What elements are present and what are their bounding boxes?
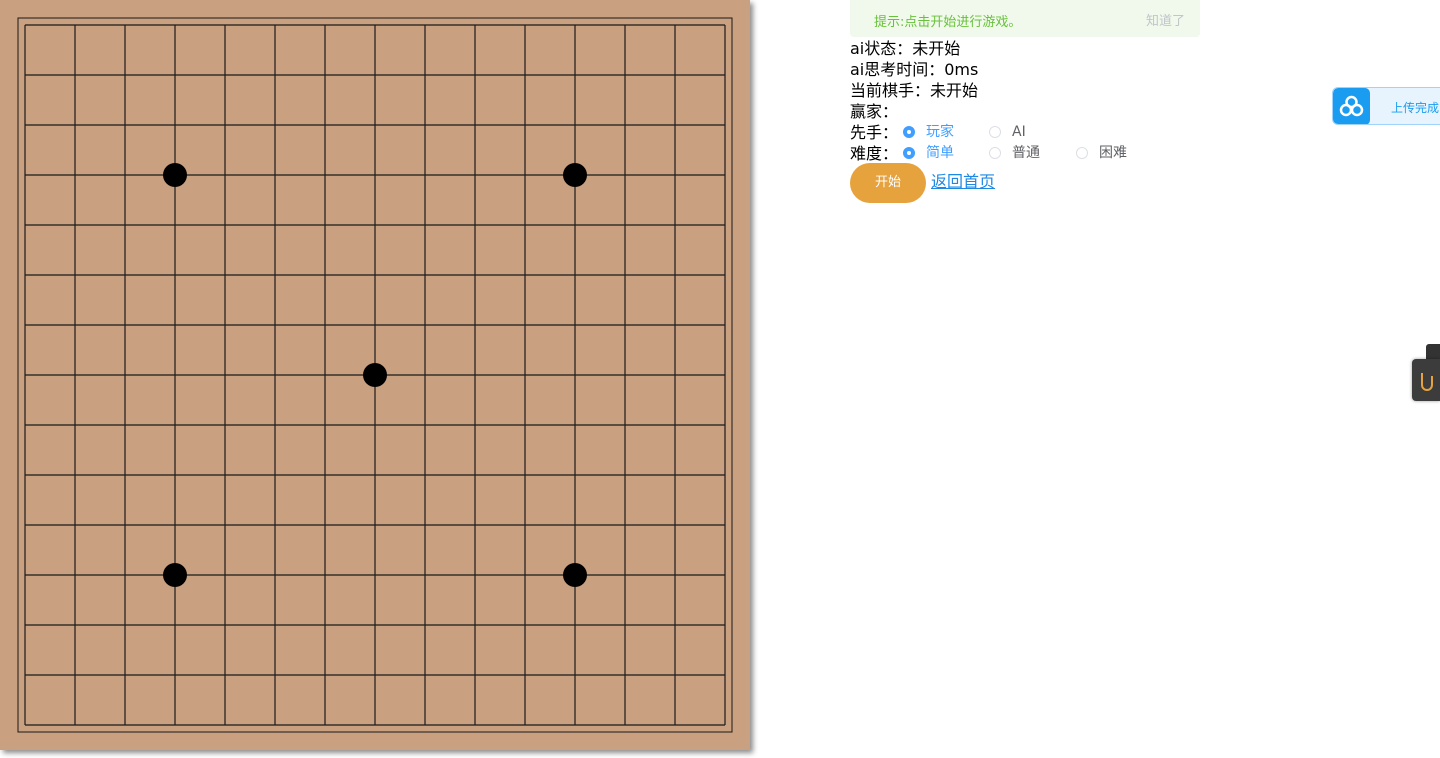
start-button[interactable]: 开始 (850, 163, 926, 203)
ai-state-text: ai状态：未开始 (850, 39, 961, 58)
star-point (363, 363, 387, 387)
radio-label: 简单 (926, 145, 954, 161)
tip-close-button[interactable]: 知道了 (1146, 10, 1185, 29)
difficulty-label: 难度： (850, 144, 899, 163)
ai-think-time-text: ai思考时间：0ms (850, 60, 979, 79)
star-point (563, 563, 587, 587)
radio-label: 玩家 (926, 124, 954, 140)
upload-status-widget[interactable]: 上传完成 (1332, 87, 1440, 125)
radio-label: 困难 (1099, 145, 1127, 161)
clip-icon (1421, 373, 1433, 391)
radio-unchecked-icon (989, 126, 1001, 138)
return-home-link[interactable]: 返回首页 (931, 171, 995, 192)
radio-checked-icon (903, 126, 915, 138)
first-move-label: 先手： (850, 123, 899, 142)
upload-status-text: 上传完成 (1391, 101, 1440, 115)
game-status-panel: ai状态：未开始 ai思考时间：0ms 当前棋手：未开始 赢家： (850, 38, 978, 122)
star-point (563, 163, 587, 187)
radio-label: 普通 (1012, 145, 1040, 161)
current-player-text: 当前棋手：未开始 (850, 81, 979, 100)
radio-checked-icon (903, 147, 915, 159)
star-point (163, 163, 187, 187)
side-floating-tab[interactable] (1412, 359, 1440, 401)
cloud-share-icon (1333, 88, 1370, 124)
winner-text: 赢家： (850, 102, 899, 121)
gomoku-board[interactable] (0, 0, 750, 750)
star-point (163, 563, 187, 587)
radio-label: AI (1012, 124, 1026, 140)
tip-alert: 提示:点击开始进行游戏。 知道了 (850, 0, 1200, 37)
board-canvas[interactable] (0, 0, 750, 750)
radio-unchecked-icon (989, 147, 1001, 159)
radio-unchecked-icon (1076, 147, 1088, 159)
tip-text: 提示:点击开始进行游戏。 (874, 15, 1022, 30)
